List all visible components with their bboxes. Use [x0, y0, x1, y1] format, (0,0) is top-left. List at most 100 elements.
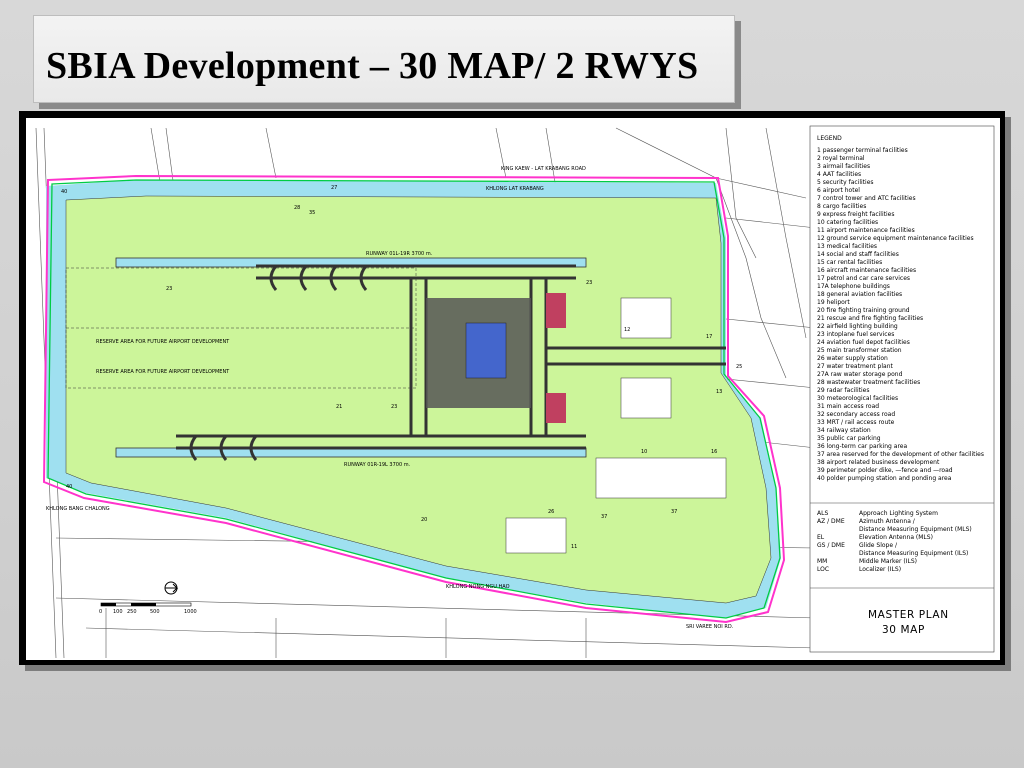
scale-bar: 0 100 250 500 1000	[99, 602, 197, 615]
legend-item: 20 fire fighting training ground	[817, 307, 910, 314]
legend-item: 14 social and staff facilities	[817, 251, 899, 258]
legend-item: 23 intoplane fuel services	[817, 331, 894, 338]
legend-item: 4 AAT facilities	[817, 171, 861, 178]
zone-number: 28	[294, 205, 300, 211]
cargo-building-south	[546, 393, 566, 423]
legend-item: 31 main access road	[817, 403, 879, 410]
abbreviation-description: Distance Measuring Equipment (ILS)	[859, 550, 968, 557]
zone-number: 27	[331, 185, 337, 191]
legend-item: 29 radar facilities	[817, 387, 869, 394]
road-label-2: KHLONG BANG CHALONG	[46, 506, 110, 512]
legend-item: 12 ground service equipment maintenance …	[817, 235, 974, 242]
reserve-area-label-1: RESERVE AREA FOR FUTURE AIRPORT DEVELOPM…	[96, 339, 230, 345]
abbreviation-description: Azimuth Antenna /	[859, 518, 916, 525]
zone-number: 23	[391, 404, 397, 410]
legend-item: 8 cargo facilities	[817, 203, 866, 210]
legend-item: 5 security facilities	[817, 179, 874, 186]
scale-tick: 100	[113, 609, 123, 615]
reserve-area-label-2: RESERVE AREA FOR FUTURE AIRPORT DEVELOPM…	[96, 369, 230, 375]
zone-number: 16	[711, 449, 717, 455]
legend-item: 10 catering facilities	[817, 219, 878, 226]
zone-number: 11	[571, 544, 577, 550]
terminal-building	[465, 322, 507, 379]
legend-item: 6 airport hotel	[817, 187, 860, 194]
legend-item: 34 railway station	[817, 427, 871, 434]
legend-item: 24 aviation fuel depot facilities	[817, 339, 910, 346]
legend-item: 3 airmail facilities	[817, 163, 870, 170]
abbreviation-description: Distance Measuring Equipment (MLS)	[859, 526, 972, 533]
abbreviation-code: LOC	[817, 566, 829, 573]
legend-item: 17 petrol and car care services	[817, 275, 910, 282]
abbreviation-code: ALS	[817, 510, 828, 517]
road-label-4: SRI VAREE NOI RD.	[686, 624, 734, 630]
road-label-5: KING KAEW - LAT KRABANG ROAD	[501, 166, 586, 172]
abbreviation-description: Glide Slope /	[859, 542, 898, 549]
master-plan-subtitle: 30 MAP	[882, 624, 925, 636]
maintenance-south	[620, 377, 672, 419]
map-frame: RUNWAY 01L-19R 3700 m. RUNWAY 01R-19L 37…	[19, 111, 1005, 665]
road-label-1: KHLONG LAT KRABANG	[486, 186, 544, 192]
legend-item: 26 water supply station	[817, 355, 888, 362]
abbreviation-description: Elevation Antenna (MLS)	[859, 534, 933, 541]
legend-item: 11 airport maintenance facilities	[817, 227, 915, 234]
slide-title: SBIA Development – 30 MAP/ 2 RWYS	[46, 45, 699, 87]
scale-tick: 250	[127, 609, 137, 615]
zone-number: 37	[601, 514, 607, 520]
legend-item: 39 perimeter polder dike, —fence and —ro…	[817, 467, 953, 474]
legend-item: 40 polder pumping station and ponding ar…	[817, 475, 952, 482]
facility-block-s	[505, 517, 567, 554]
zone-number: 13	[716, 389, 722, 395]
title-box: SBIA Development – 30 MAP/ 2 RWYS	[33, 15, 735, 103]
abbreviation-description: Approach Lighting System	[859, 510, 938, 517]
abbreviation-code: MM	[817, 558, 827, 565]
master-plan-map: RUNWAY 01L-19R 3700 m. RUNWAY 01R-19L 37…	[35, 125, 995, 659]
legend-item: 27A raw water storage pond	[817, 371, 903, 378]
zone-number: 37	[671, 509, 677, 515]
legend-item: 13 medical facilities	[817, 243, 877, 250]
legend-item: 38 airport related business development	[817, 459, 940, 466]
zone-number: 21	[336, 404, 342, 410]
master-plan-title: MASTER PLAN	[868, 609, 949, 621]
scale-tick: 500	[150, 609, 160, 615]
zone-number: 26	[548, 509, 554, 515]
scale-tick: 0	[99, 609, 102, 615]
legend-item: 21 rescue and fire fighting facilities	[817, 315, 923, 322]
legend-item: 7 control tower and ATC facilities	[817, 195, 916, 202]
legend-item: 28 wastewater treatment facilities	[817, 379, 920, 386]
legend-item: 25 main transformer station	[817, 347, 902, 354]
abbreviation-code: AZ / DME	[817, 518, 845, 525]
legend-item: 35 public car parking	[817, 435, 881, 442]
zone-number: 17	[706, 334, 712, 340]
legend-item: 33 MRT / rail access route	[817, 419, 895, 426]
legend-item: 1 passenger terminal facilities	[817, 147, 908, 154]
legend-item: 18 general aviation facilities	[817, 291, 902, 298]
legend-item: 19 heliport	[817, 299, 850, 306]
legend-item: 27 water treatment plant	[817, 363, 894, 370]
facility-block-se	[595, 457, 727, 499]
zone-number: 40	[61, 189, 67, 195]
legend-item: 17A telephone buildings	[817, 283, 890, 290]
legend-item: 2 royal terminal	[817, 155, 865, 162]
map-canvas: RUNWAY 01L-19R 3700 m. RUNWAY 01R-19L 37…	[25, 117, 1001, 661]
road-label-3: KHLONG NONG NGU HAO	[446, 584, 510, 590]
legend-item: 15 car rental facilities	[817, 259, 882, 266]
legend-item: 36 long-term car parking area	[817, 443, 907, 450]
legend-item: 32 secondary access road	[817, 411, 895, 418]
legend-item: 9 express freight facilities	[817, 211, 894, 218]
abbreviation-description: Middle Marker (ILS)	[859, 558, 917, 565]
abbreviation-code: GS / DME	[817, 542, 845, 549]
cargo-building-north	[546, 293, 566, 328]
legend-item: 37 area reserved for the development of …	[817, 451, 984, 458]
legend-item: 30 meteorological facilities	[817, 395, 898, 402]
abbreviation-description: Localizer (ILS)	[859, 566, 901, 573]
runway-south-label: RUNWAY 01R-19L 3700 m.	[344, 462, 411, 468]
scale-tick: 1000	[184, 609, 197, 615]
zone-number: 23	[166, 286, 172, 292]
zone-number: 25	[736, 364, 742, 370]
zone-number: 40	[66, 484, 72, 490]
zone-number: 10	[641, 449, 647, 455]
legend-item: 22 airfield lighting building	[817, 323, 898, 330]
abbreviation-code: EL	[817, 534, 825, 541]
runway-north-label: RUNWAY 01L-19R 3700 m.	[366, 251, 433, 257]
legend-item: 16 aircraft maintenance facilities	[817, 267, 916, 274]
